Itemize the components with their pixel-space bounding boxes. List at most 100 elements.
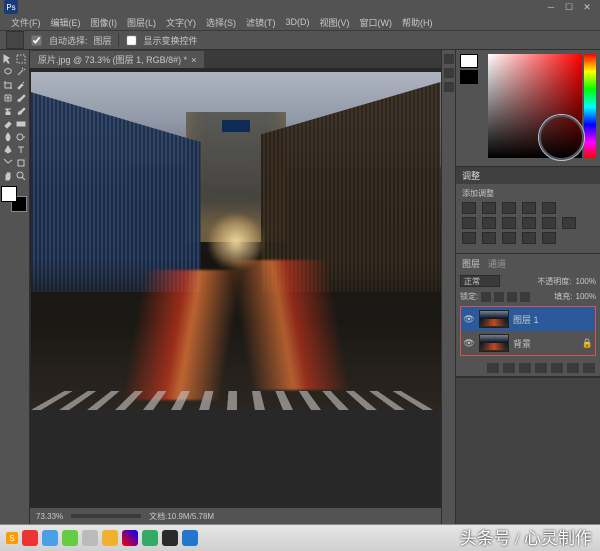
lock-position-icon[interactable] — [507, 292, 517, 302]
layer-mask-icon[interactable] — [519, 363, 531, 373]
strip-icon[interactable] — [444, 82, 454, 92]
layer-item-1[interactable]: 👁 图层 1 — [461, 307, 595, 331]
menu-image[interactable]: 图像(I) — [86, 16, 123, 29]
taskbar-icon[interactable] — [122, 530, 138, 546]
bw-icon[interactable] — [502, 217, 516, 229]
status-docsize[interactable]: 文档:10.9M/5.78M — [149, 511, 214, 522]
pen-tool[interactable] — [1, 143, 14, 156]
lookup-icon[interactable] — [562, 217, 576, 229]
auto-select-value[interactable]: 图层 — [94, 34, 112, 47]
link-layers-icon[interactable] — [487, 363, 499, 373]
document-tab-close-icon[interactable]: × — [191, 55, 196, 65]
posterize-icon[interactable] — [482, 232, 496, 244]
tab-channels[interactable]: 通道 — [488, 257, 506, 270]
lock-transparency-icon[interactable] — [481, 292, 491, 302]
brightness-icon[interactable] — [462, 202, 476, 214]
zoom-tool[interactable] — [14, 169, 27, 182]
layer-thumbnail[interactable] — [479, 310, 509, 328]
marquee-tool[interactable] — [14, 52, 27, 65]
brush-tool[interactable] — [14, 91, 27, 104]
strip-icon[interactable] — [444, 54, 454, 64]
hue-slider[interactable] — [584, 54, 596, 158]
foreground-swatch[interactable] — [1, 186, 17, 202]
hand-tool[interactable] — [1, 169, 14, 182]
blend-mode-select[interactable]: 正常 — [460, 275, 500, 287]
layer-fx-icon[interactable] — [503, 363, 515, 373]
color-balance-icon[interactable] — [482, 217, 496, 229]
group-icon[interactable] — [551, 363, 563, 373]
close-window-button[interactable]: ✕ — [578, 1, 596, 13]
selective-color-icon[interactable] — [542, 232, 556, 244]
magic-wand-tool[interactable] — [14, 65, 27, 78]
picker-foreground[interactable] — [460, 54, 478, 68]
menu-edit[interactable]: 编辑(E) — [46, 16, 86, 29]
gradient-tool[interactable] — [14, 117, 27, 130]
menu-filter[interactable]: 滤镜(T) — [241, 16, 281, 29]
strip-icon[interactable] — [444, 68, 454, 78]
taskbar-icon[interactable] — [142, 530, 158, 546]
trash-icon[interactable] — [583, 363, 595, 373]
menu-3d[interactable]: 3D(D) — [281, 17, 315, 27]
minimize-button[interactable]: ─ — [542, 1, 560, 13]
eraser-tool[interactable] — [1, 117, 14, 130]
menu-layer[interactable]: 图层(L) — [122, 16, 161, 29]
dodge-tool[interactable] — [14, 130, 27, 143]
menu-file[interactable]: 文件(F) — [6, 16, 46, 29]
maximize-button[interactable]: ☐ — [560, 1, 578, 13]
lock-pixels-icon[interactable] — [494, 292, 504, 302]
levels-icon[interactable] — [482, 202, 496, 214]
healing-tool[interactable] — [1, 91, 14, 104]
adjustments-title[interactable]: 调整 — [456, 167, 600, 184]
taskbar-icon[interactable] — [22, 530, 38, 546]
curves-icon[interactable] — [502, 202, 516, 214]
visibility-icon[interactable]: 👁 — [463, 337, 475, 349]
menu-view[interactable]: 视图(V) — [315, 16, 355, 29]
menu-help[interactable]: 帮助(H) — [397, 16, 438, 29]
mixer-icon[interactable] — [542, 217, 556, 229]
auto-select-checkbox[interactable] — [31, 35, 41, 45]
picker-background[interactable] — [460, 70, 478, 84]
canvas[interactable] — [31, 72, 441, 410]
active-tool-preview[interactable] — [6, 31, 24, 49]
taskbar-icon[interactable] — [182, 530, 198, 546]
photo-filter-icon[interactable] — [522, 217, 536, 229]
lock-all-icon[interactable] — [520, 292, 530, 302]
document-tab[interactable]: 原片.jpg @ 73.3% (图层 1, RGB/8#) * × — [30, 51, 204, 68]
lasso-tool[interactable] — [1, 65, 14, 78]
threshold-icon[interactable] — [502, 232, 516, 244]
exposure-icon[interactable] — [522, 202, 536, 214]
eyedropper-tool[interactable] — [14, 78, 27, 91]
blur-tool[interactable] — [1, 130, 14, 143]
picker-swatches[interactable] — [460, 54, 486, 162]
gradient-map-icon[interactable] — [522, 232, 536, 244]
layer-name[interactable]: 背景 — [513, 337, 578, 350]
taskbar-badge[interactable]: S — [6, 532, 18, 544]
tab-layers[interactable]: 图层 — [462, 257, 480, 270]
picker-cursor[interactable] — [539, 115, 584, 160]
hue-icon[interactable] — [462, 217, 476, 229]
vibrance-icon[interactable] — [542, 202, 556, 214]
crop-tool[interactable] — [1, 78, 14, 91]
layer-name[interactable]: 图层 1 — [513, 313, 593, 326]
taskbar-icon[interactable] — [102, 530, 118, 546]
taskbar-icon[interactable] — [162, 530, 178, 546]
layer-item-background[interactable]: 👁 背景 🔒 — [461, 331, 595, 355]
shape-tool[interactable] — [14, 156, 27, 169]
move-tool[interactable] — [1, 52, 14, 65]
menu-type[interactable]: 文字(Y) — [161, 16, 201, 29]
clone-tool[interactable] — [1, 104, 14, 117]
fill-value[interactable]: 100% — [576, 292, 596, 301]
taskbar-icon[interactable] — [42, 530, 58, 546]
saturation-value-field[interactable] — [488, 54, 582, 158]
taskbar-icon[interactable] — [82, 530, 98, 546]
new-layer-icon[interactable] — [567, 363, 579, 373]
canvas-area[interactable] — [30, 68, 441, 508]
path-tool[interactable] — [1, 156, 14, 169]
opacity-value[interactable]: 100% — [576, 277, 596, 286]
menu-window[interactable]: 窗口(W) — [355, 16, 398, 29]
adjustment-layer-icon[interactable] — [535, 363, 547, 373]
visibility-icon[interactable]: 👁 — [463, 313, 475, 325]
menu-select[interactable]: 选择(S) — [201, 16, 241, 29]
invert-icon[interactable] — [462, 232, 476, 244]
history-tool[interactable] — [14, 104, 27, 117]
